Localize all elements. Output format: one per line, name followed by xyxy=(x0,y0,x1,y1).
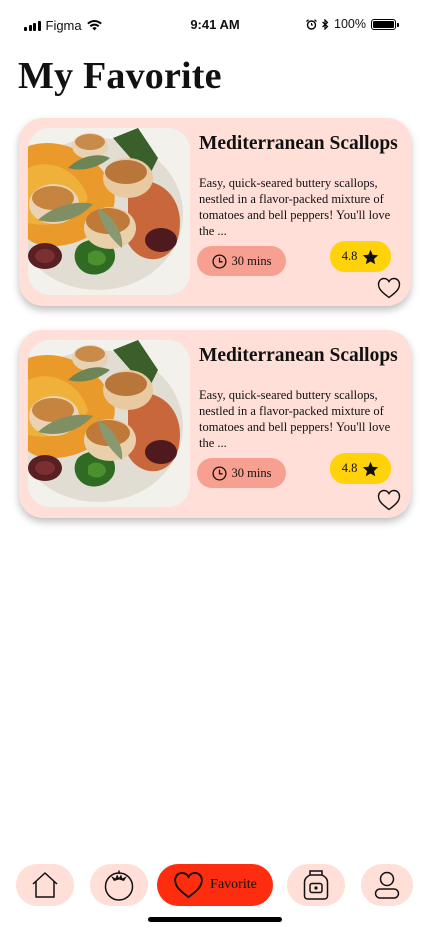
recipe-title: Mediterranean Scallops xyxy=(199,345,398,366)
cook-time-badge: 30 mins xyxy=(197,458,286,488)
home-icon xyxy=(32,872,58,898)
recipe-description: Easy, quick-seared buttery scallops, nes… xyxy=(199,388,391,450)
nav-profile-button[interactable] xyxy=(361,864,413,906)
profile-icon xyxy=(374,871,400,899)
nav-tomato-button[interactable] xyxy=(90,864,148,906)
alarm-icon xyxy=(306,18,317,30)
star-icon xyxy=(363,249,379,264)
home-indicator xyxy=(148,917,282,922)
heart-icon xyxy=(174,871,203,899)
page-title: My Favorite xyxy=(18,55,222,97)
nav-home-button[interactable] xyxy=(16,864,74,906)
recipe-card[interactable]: Mediterranean Scallops Easy, quick-seare… xyxy=(19,118,411,306)
clock-icon xyxy=(211,253,227,269)
star-icon xyxy=(363,461,379,476)
recipe-image xyxy=(28,128,190,295)
rating-value: 4.8 xyxy=(341,249,358,263)
recipe-title: Mediterranean Scallops xyxy=(199,133,398,154)
nav-pantry-button[interactable] xyxy=(287,864,345,906)
cook-time-badge: 30 mins xyxy=(197,246,286,276)
status-bar: Figma 9:41 AM 100% xyxy=(0,0,430,50)
battery-percent: 100% xyxy=(334,17,366,31)
bottom-nav: Favorite xyxy=(0,862,430,908)
favorite-heart-icon[interactable] xyxy=(377,489,401,511)
rating-value: 4.8 xyxy=(341,461,358,475)
tomato-icon xyxy=(104,870,134,901)
battery-icon xyxy=(371,18,399,30)
favorite-heart-icon[interactable] xyxy=(377,277,401,299)
nav-favorite-label: Favorite xyxy=(210,877,257,892)
recipe-image xyxy=(28,340,190,507)
clock-icon xyxy=(211,465,227,481)
pantry-jar-icon xyxy=(303,870,329,900)
recipe-card[interactable]: Mediterranean Scallops Easy, quick-seare… xyxy=(19,330,411,518)
bluetooth-icon xyxy=(322,18,329,30)
cook-time-label: 30 mins xyxy=(231,253,272,268)
cook-time-label: 30 mins xyxy=(231,465,272,480)
rating-badge: 4.8 xyxy=(330,453,391,484)
rating-badge: 4.8 xyxy=(330,241,391,272)
nav-favorite-button[interactable]: Favorite xyxy=(157,864,273,906)
recipe-description: Easy, quick-seared buttery scallops, nes… xyxy=(199,176,391,238)
